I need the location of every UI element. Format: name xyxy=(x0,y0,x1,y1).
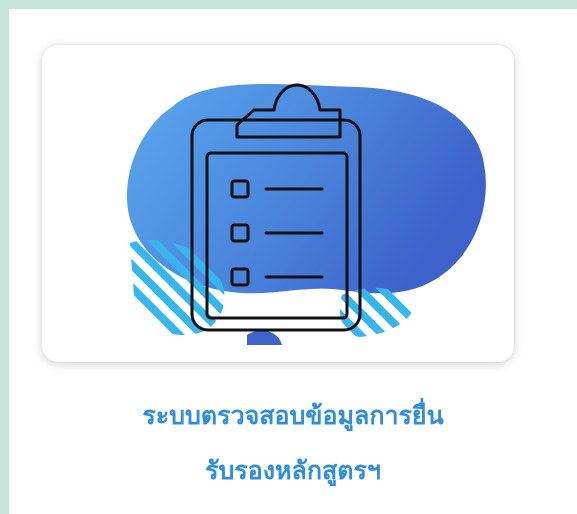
caption-line-2: รับรองหลักสูตรฯ xyxy=(205,456,381,485)
clipboard-illustration xyxy=(126,83,486,345)
menu-caption[interactable]: ระบบตรวจสอบข้อมูลการยื่น รับรองหลักสูตรฯ xyxy=(9,388,577,498)
caption-line-1: ระบบตรวจสอบข้อมูลการยื่น xyxy=(142,401,444,430)
stripe-tail xyxy=(247,330,282,345)
clipboard-menu-card[interactable] xyxy=(42,45,514,362)
